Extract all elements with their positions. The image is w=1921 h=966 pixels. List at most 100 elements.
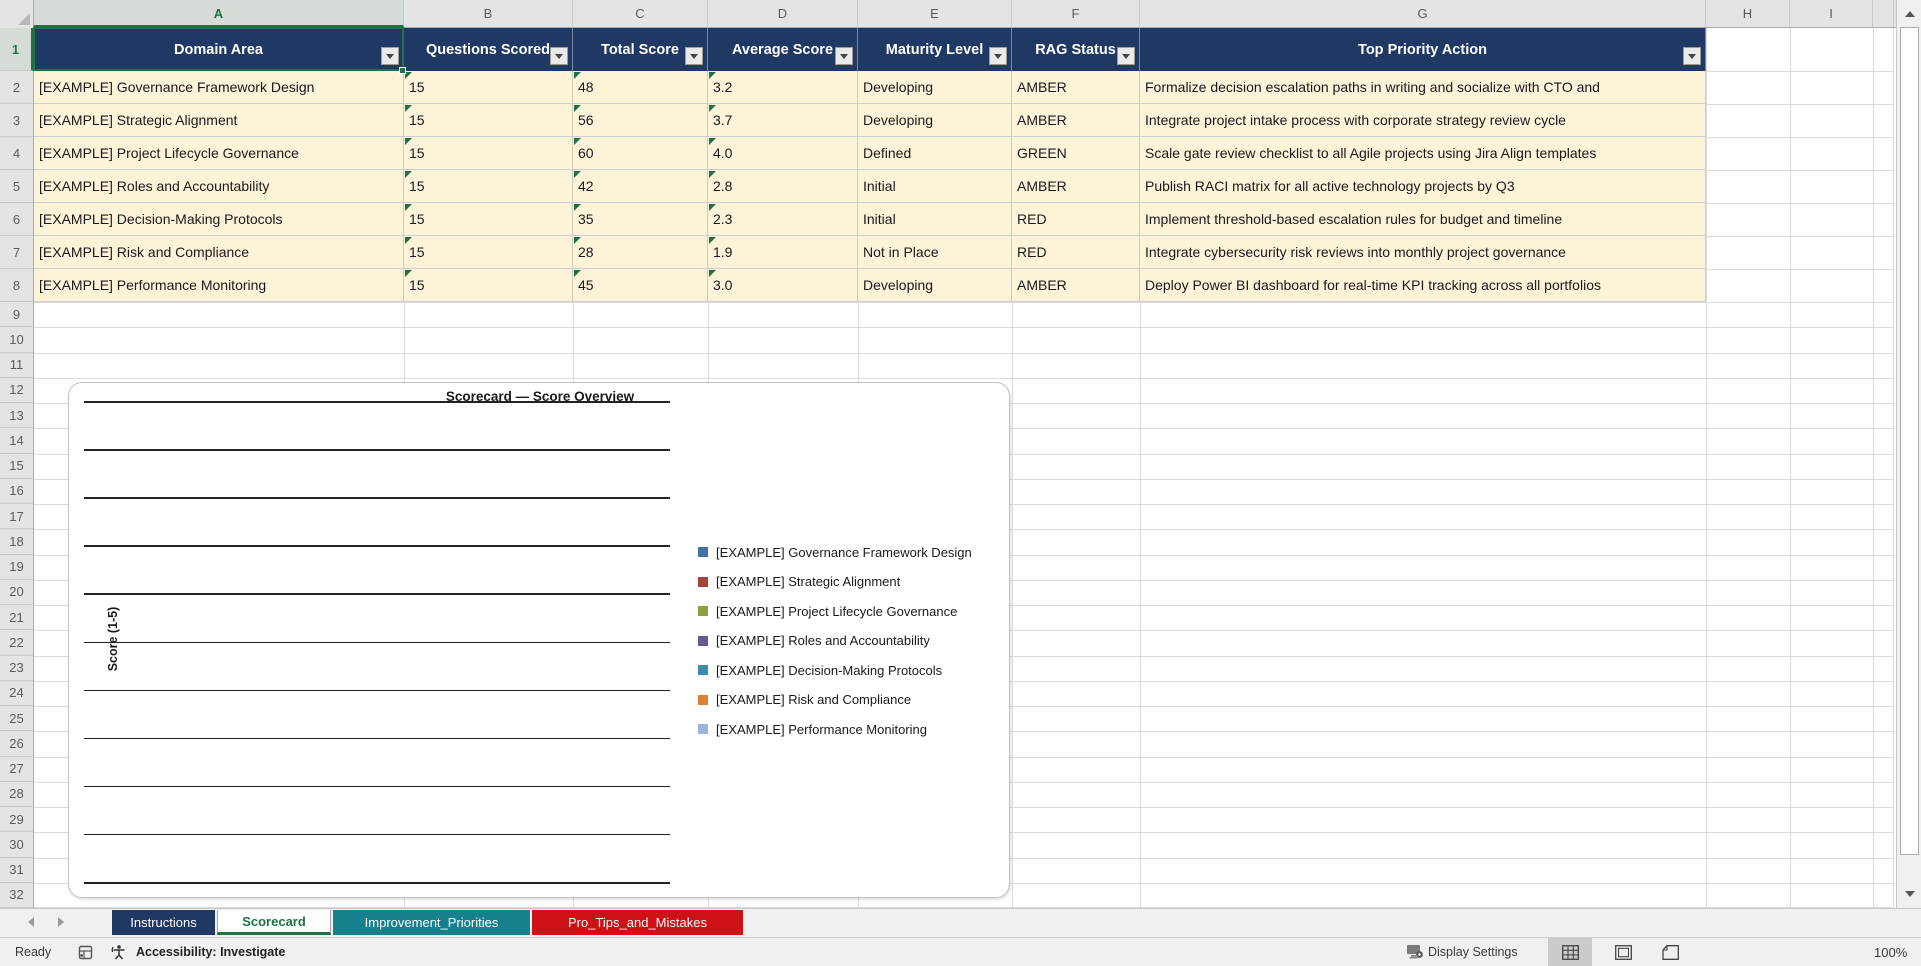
row-header-25[interactable]: 25 <box>0 706 33 732</box>
table-header-cell[interactable]: Average Score <box>708 28 858 71</box>
table-cell[interactable]: Publish RACI matrix for all active techn… <box>1140 170 1706 203</box>
sheet-grid[interactable]: Domain Area Questions Scored Total Score Av… <box>33 27 1894 908</box>
table-cell[interactable]: [EXAMPLE] Project Lifecycle Governance <box>34 137 404 170</box>
table-cell[interactable]: AMBER <box>1012 104 1140 137</box>
table-header-cell[interactable]: Total Score <box>573 28 708 71</box>
row-header-11[interactable]: 11 <box>0 353 33 378</box>
table-cell[interactable]: [EXAMPLE] Performance Monitoring <box>34 269 404 302</box>
table-cell[interactable]: 60 <box>573 137 708 170</box>
legend-item[interactable]: [EXAMPLE] Strategic Alignment <box>698 572 900 592</box>
column-header-F[interactable]: F <box>1012 0 1140 27</box>
table-cell[interactable]: Developing <box>858 104 1012 137</box>
column-header-partial[interactable] <box>1873 0 1894 27</box>
table-cell[interactable]: 15 <box>404 269 573 302</box>
accessibility-icon[interactable] <box>110 938 128 966</box>
table-cell[interactable]: 3.0 <box>708 269 858 302</box>
accessibility-status[interactable]: Accessibility: Investigate <box>136 938 285 966</box>
table-cell[interactable]: Integrate project intake process with co… <box>1140 104 1706 137</box>
vertical-scrollbar[interactable] <box>1896 0 1921 908</box>
row-header-29[interactable]: 29 <box>0 807 33 833</box>
table-cell[interactable]: Developing <box>858 71 1012 104</box>
table-cell[interactable]: 15 <box>404 137 573 170</box>
row-header-21[interactable]: 21 <box>0 605 33 631</box>
table-header-cell[interactable]: Questions Scored <box>404 28 573 71</box>
zoom-level[interactable]: 100% <box>1874 938 1907 966</box>
legend-item[interactable]: [EXAMPLE] Project Lifecycle Governance <box>698 601 957 621</box>
row-header-30[interactable]: 30 <box>0 832 33 858</box>
row-header-6[interactable]: 6 <box>0 203 33 236</box>
table-cell[interactable]: AMBER <box>1012 71 1140 104</box>
row-header-17[interactable]: 17 <box>0 504 33 530</box>
sheet-tab-pro_tips_and_mistakes[interactable]: Pro_Tips_and_Mistakes <box>532 910 743 935</box>
column-header-B[interactable]: B <box>404 0 573 27</box>
column-header-G[interactable]: G <box>1140 0 1706 27</box>
table-header-cell[interactable]: RAG Status <box>1012 28 1140 71</box>
tab-nav-left-button[interactable] <box>28 917 34 927</box>
sheet-tab-scorecard[interactable]: Scorecard <box>217 910 331 935</box>
chart-y-axis-label[interactable]: Score (1-5) <box>106 607 120 672</box>
embedded-chart[interactable]: Scorecard — Score Overview Score (1-5) [… <box>68 382 1010 898</box>
table-cell[interactable]: 2.8 <box>708 170 858 203</box>
table-header-cell[interactable]: Domain Area <box>34 28 404 71</box>
table-cell[interactable]: Initial <box>858 170 1012 203</box>
column-header-D[interactable]: D <box>708 0 858 27</box>
table-cell[interactable]: 15 <box>404 236 573 269</box>
tab-nav-right-button[interactable] <box>58 917 64 927</box>
column-header-I[interactable]: I <box>1790 0 1873 27</box>
filter-dropdown-button[interactable] <box>1117 47 1135 65</box>
display-settings-icon[interactable] <box>1406 938 1425 966</box>
table-cell[interactable]: 15 <box>404 71 573 104</box>
row-header-7[interactable]: 7 <box>0 236 33 269</box>
page-layout-view-button[interactable] <box>1601 938 1645 966</box>
legend-item[interactable]: [EXAMPLE] Governance Framework Design <box>698 542 972 562</box>
row-header-28[interactable]: 28 <box>0 782 33 807</box>
row-header-2[interactable]: 2 <box>0 71 33 104</box>
table-cell[interactable]: GREEN <box>1012 137 1140 170</box>
table-header-cell[interactable]: Top Priority Action <box>1140 28 1706 71</box>
filter-dropdown-button[interactable] <box>381 47 399 65</box>
row-header-14[interactable]: 14 <box>0 428 33 454</box>
row-header-16[interactable]: 16 <box>0 479 33 504</box>
filter-dropdown-button[interactable] <box>685 47 703 65</box>
table-cell[interactable]: RED <box>1012 236 1140 269</box>
row-header-3[interactable]: 3 <box>0 104 33 137</box>
row-header-10[interactable]: 10 <box>0 327 33 353</box>
legend-item[interactable]: [EXAMPLE] Roles and Accountability <box>698 631 930 651</box>
table-cell[interactable]: 56 <box>573 104 708 137</box>
row-header-8[interactable]: 8 <box>0 269 33 302</box>
table-cell[interactable]: 3.2 <box>708 71 858 104</box>
table-cell[interactable]: 42 <box>573 170 708 203</box>
filter-dropdown-button[interactable] <box>989 47 1007 65</box>
table-cell[interactable]: [EXAMPLE] Risk and Compliance <box>34 236 404 269</box>
table-cell[interactable]: AMBER <box>1012 269 1140 302</box>
row-header-12[interactable]: 12 <box>0 378 33 403</box>
table-cell[interactable]: [EXAMPLE] Decision-Making Protocols <box>34 203 404 236</box>
row-header-9[interactable]: 9 <box>0 302 33 328</box>
macro-record-icon[interactable] <box>78 938 93 966</box>
filter-dropdown-button[interactable] <box>835 47 853 65</box>
filter-dropdown-button[interactable] <box>550 47 568 65</box>
filter-dropdown-button[interactable] <box>1683 47 1701 65</box>
column-header-C[interactable]: C <box>573 0 708 27</box>
table-cell[interactable]: 4.0 <box>708 137 858 170</box>
table-header-cell[interactable]: Maturity Level <box>858 28 1012 71</box>
table-cell[interactable]: Developing <box>858 269 1012 302</box>
row-header-22[interactable]: 22 <box>0 630 33 656</box>
normal-view-button[interactable] <box>1548 938 1592 966</box>
row-header-5[interactable]: 5 <box>0 170 33 203</box>
column-header-H[interactable]: H <box>1706 0 1790 27</box>
table-cell[interactable]: 35 <box>573 203 708 236</box>
legend-item[interactable]: [EXAMPLE] Decision-Making Protocols <box>698 660 942 680</box>
row-header-4[interactable]: 4 <box>0 137 33 170</box>
row-header-31[interactable]: 31 <box>0 858 33 883</box>
table-cell[interactable]: AMBER <box>1012 170 1140 203</box>
table-cell[interactable]: 15 <box>404 104 573 137</box>
column-header-A[interactable]: A <box>34 0 404 27</box>
fill-handle[interactable] <box>399 67 406 74</box>
legend-item[interactable]: [EXAMPLE] Risk and Compliance <box>698 690 911 710</box>
table-cell[interactable]: Defined <box>858 137 1012 170</box>
table-cell[interactable]: Implement threshold-based escalation rul… <box>1140 203 1706 236</box>
vertical-scrollbar-thumb[interactable] <box>1900 27 1919 855</box>
row-header-13[interactable]: 13 <box>0 403 33 429</box>
table-cell[interactable]: 48 <box>573 71 708 104</box>
